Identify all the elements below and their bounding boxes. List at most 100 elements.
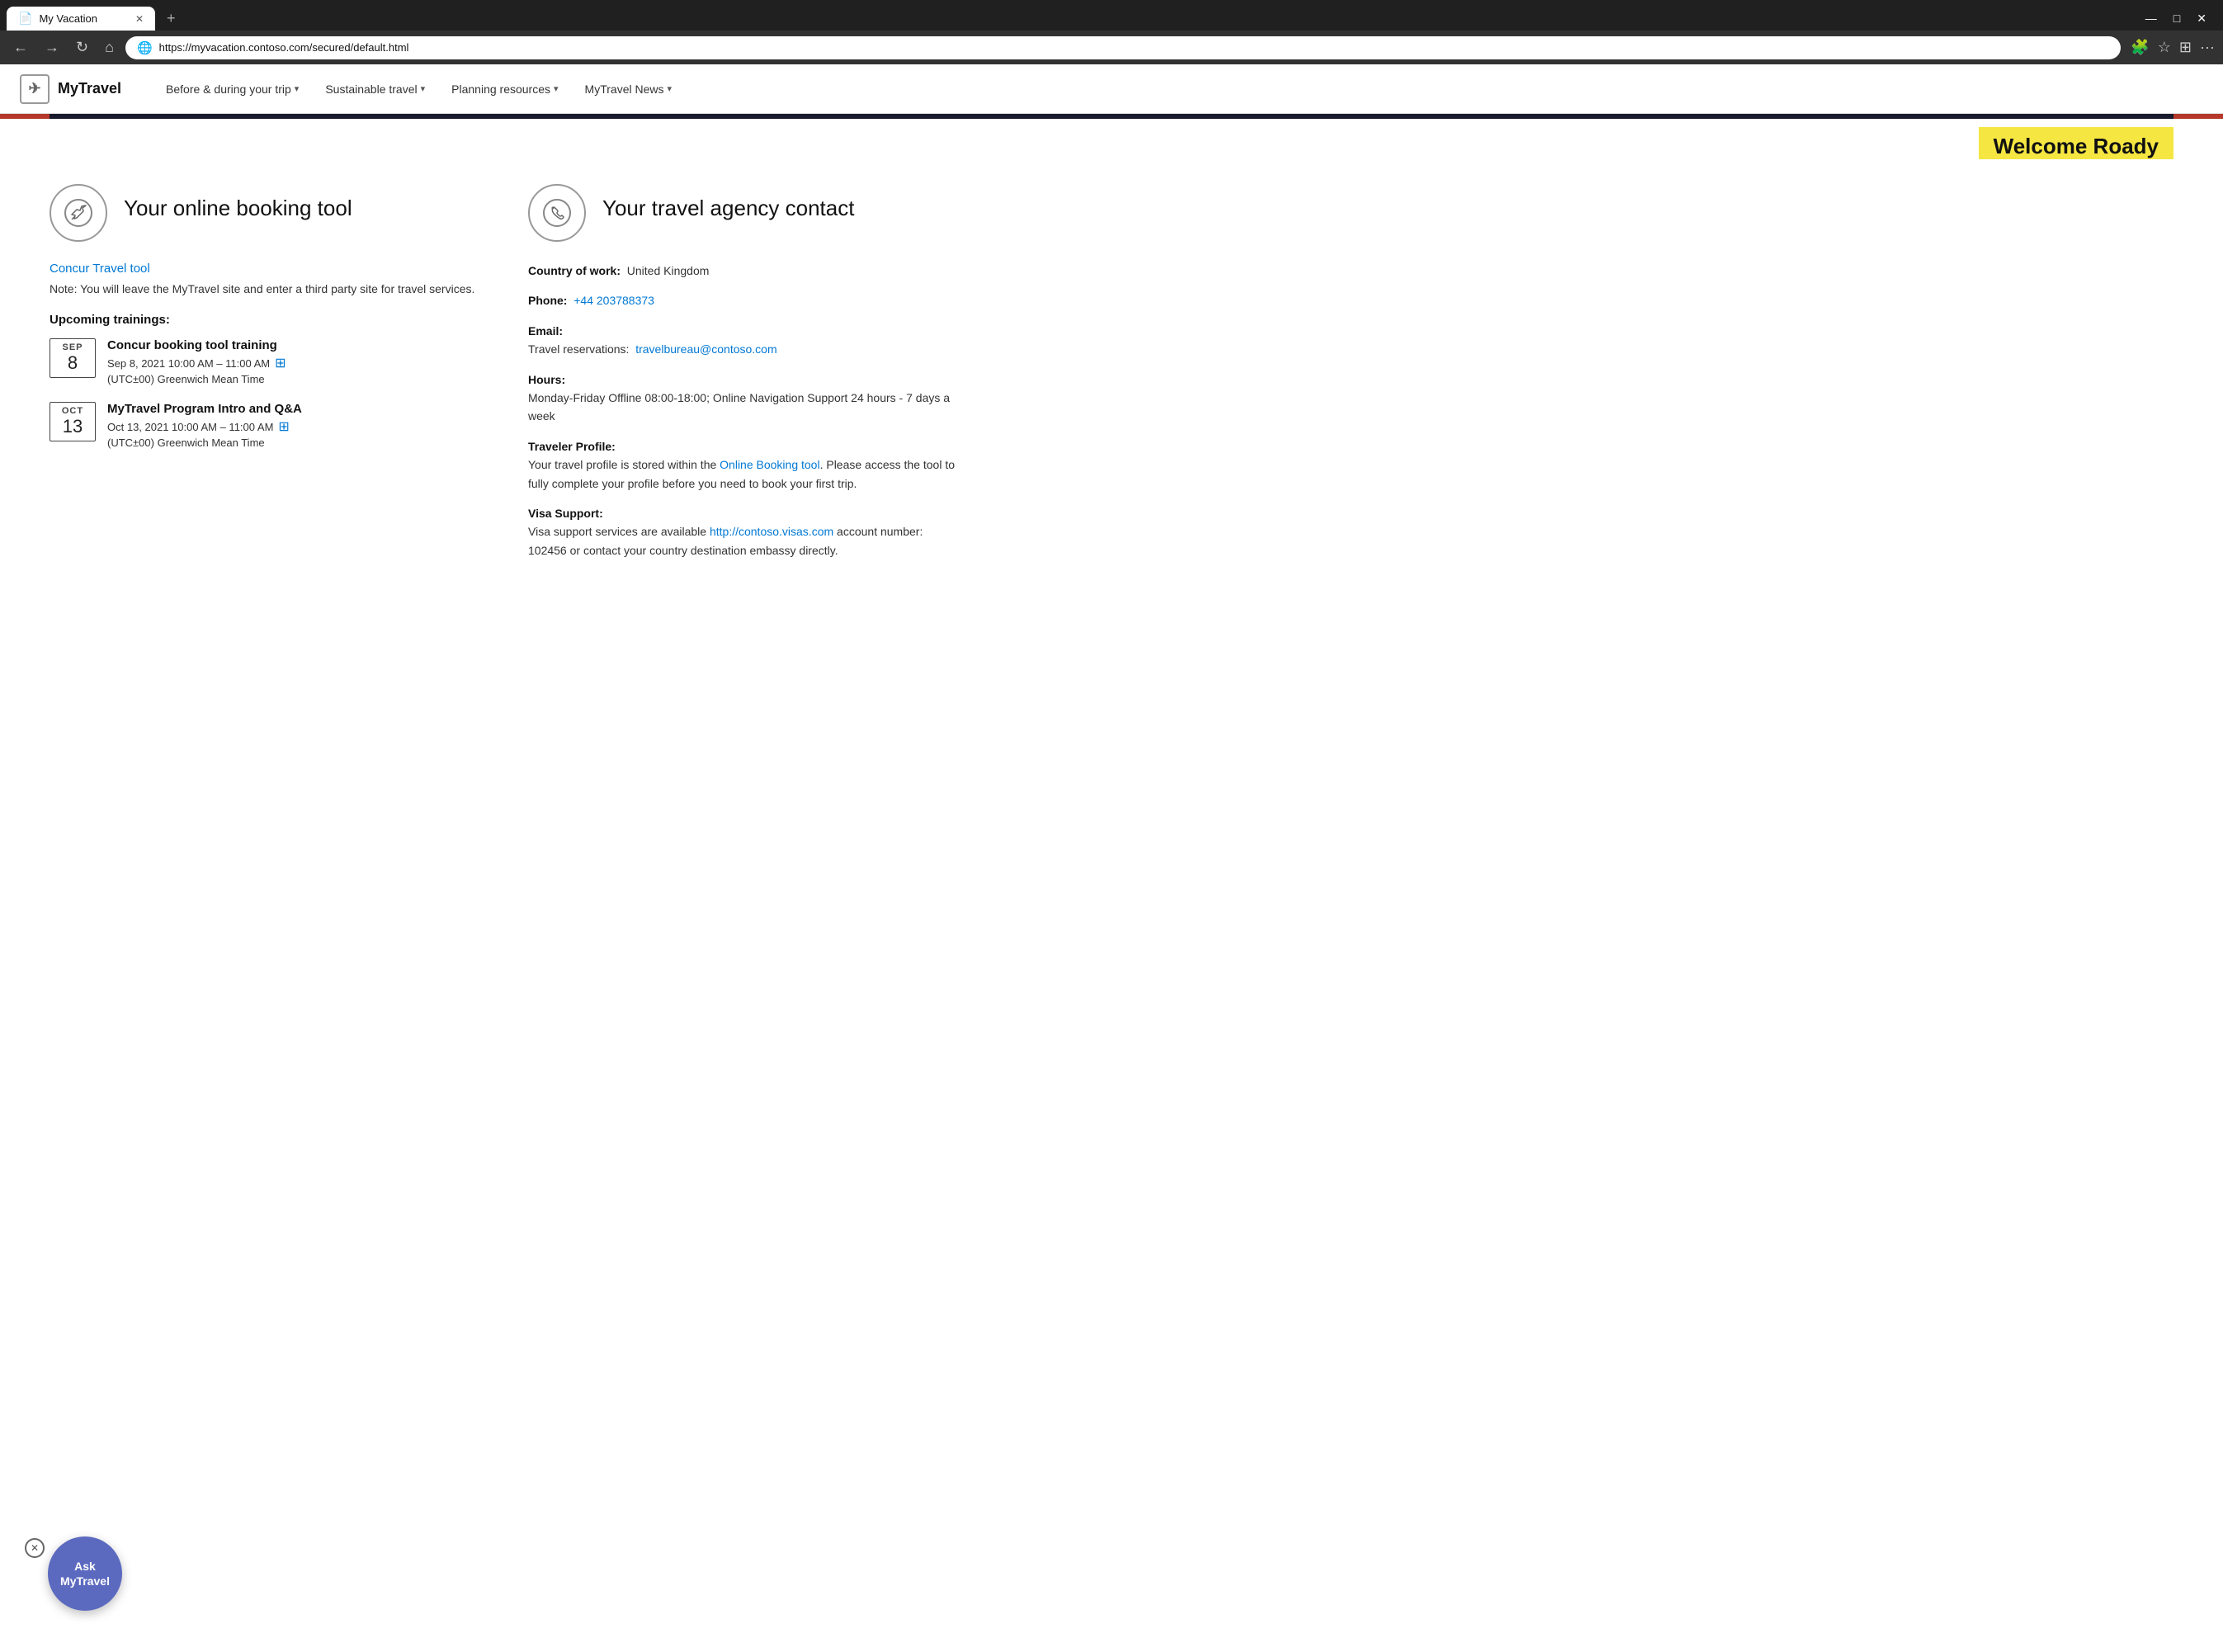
- tab-close-button[interactable]: ✕: [135, 13, 144, 25]
- chevron-down-icon: ▾: [421, 83, 426, 94]
- welcome-banner: Welcome Roady: [1979, 127, 2173, 159]
- nav-item-sustainable[interactable]: Sustainable travel ▾: [314, 76, 437, 102]
- date-day-oct: 13: [50, 416, 95, 437]
- forward-button[interactable]: →: [40, 35, 64, 59]
- browser-chrome: 📄 My Vacation ✕ + — □ ✕ ← → ↻ ⌂ 🌐 https:…: [0, 0, 2223, 64]
- chevron-down-icon: ▾: [295, 83, 300, 94]
- email-label: Email:: [528, 324, 563, 337]
- date-box-oct: OCT 13: [50, 402, 96, 441]
- training-title-1: Concur booking tool training: [107, 338, 286, 352]
- traveler-profile-field: Traveler Profile: Your travel profile is…: [528, 437, 957, 493]
- trainings-label: Upcoming trainings:: [50, 313, 479, 327]
- globe-icon: 🌐: [137, 40, 153, 55]
- visa-support-field: Visa Support: Visa support services are …: [528, 504, 957, 559]
- training-item-2: OCT 13 MyTravel Program Intro and Q&A Oc…: [50, 402, 479, 449]
- tab-favicon: 📄: [18, 12, 32, 26]
- booking-tool-header: Your online booking tool: [50, 184, 479, 242]
- browser-toolbar: ← → ↻ ⌂ 🌐 https://myvacation.contoso.com…: [0, 31, 2223, 64]
- color-bar: [0, 114, 2223, 119]
- more-button[interactable]: ···: [2200, 39, 2215, 56]
- header-area: Welcome Roady: [0, 119, 2223, 159]
- tab-title: My Vacation: [39, 12, 97, 25]
- url-display: https://myvacation.contoso.com/secured/d…: [159, 41, 2110, 54]
- airplane-icon: [50, 184, 107, 242]
- nav-label-sustainable: Sustainable travel: [325, 83, 417, 96]
- home-button[interactable]: ⌂: [100, 35, 119, 59]
- traveler-profile-text: Your travel profile is stored within the: [528, 458, 716, 471]
- training-title-2: MyTravel Program Intro and Q&A: [107, 402, 302, 416]
- phone-field: Phone: +44 203788373: [528, 291, 957, 309]
- date-month-oct: OCT: [50, 406, 95, 416]
- email-field: Email: Travel reservations: travelbureau…: [528, 322, 957, 359]
- close-button[interactable]: ✕: [2197, 12, 2206, 26]
- visa-link[interactable]: http://contoso.visas.com: [710, 525, 833, 538]
- training-datetime-1: Sep 8, 2021 10:00 AM – 11:00 AM ⊞: [107, 355, 286, 371]
- chat-close-button[interactable]: ✕: [25, 1538, 45, 1558]
- concur-travel-link[interactable]: Concur Travel tool: [50, 262, 479, 276]
- date-box-sep: SEP 8: [50, 338, 96, 378]
- chat-button-label: AskMyTravel: [60, 1559, 110, 1588]
- nav-label-before-during: Before & during your trip: [166, 83, 291, 96]
- email-link[interactable]: travelbureau@contoso.com: [635, 342, 776, 356]
- new-tab-button[interactable]: +: [158, 7, 184, 31]
- phone-label: Phone:: [528, 294, 567, 307]
- country-field: Country of work: United Kingdom: [528, 262, 957, 280]
- country-label: Country of work:: [528, 264, 621, 277]
- date-day-sep: 8: [50, 352, 95, 374]
- maximize-button[interactable]: □: [2173, 12, 2180, 26]
- address-bar[interactable]: 🌐 https://myvacation.contoso.com/secured…: [125, 36, 2121, 59]
- browser-action-buttons: 🧩 ☆ ⊞ ···: [2127, 39, 2215, 56]
- extensions-button[interactable]: 🧩: [2131, 39, 2149, 56]
- traveler-profile-label: Traveler Profile:: [528, 440, 616, 453]
- hours-label: Hours:: [528, 373, 565, 386]
- chat-wrapper: ✕ AskMyTravel: [25, 1536, 122, 1611]
- nav-label-planning: Planning resources: [451, 83, 550, 96]
- booking-tool-panel: Your online booking tool Concur Travel t…: [50, 184, 479, 571]
- add-to-calendar-1[interactable]: ⊞: [275, 355, 286, 371]
- tab-bar: 📄 My Vacation ✕ + — □ ✕: [0, 0, 2223, 31]
- travel-agency-panel: Your travel agency contact Country of wo…: [528, 184, 957, 571]
- date-month-sep: SEP: [50, 342, 95, 352]
- visa-support-text: Visa support services are available: [528, 525, 706, 538]
- chevron-down-icon: ▾: [554, 83, 559, 94]
- training-timezone-1: (UTC±00) Greenwich Mean Time: [107, 373, 286, 385]
- ask-mytravel-button[interactable]: AskMyTravel: [48, 1536, 122, 1611]
- booking-tool-title: Your online booking tool: [124, 184, 352, 221]
- minimize-button[interactable]: —: [2145, 12, 2157, 26]
- email-subtext: Travel reservations:: [528, 342, 629, 356]
- favorites-button[interactable]: ☆: [2158, 39, 2171, 56]
- nav-label-news: MyTravel News: [585, 83, 664, 96]
- training-timezone-2: (UTC±00) Greenwich Mean Time: [107, 437, 302, 449]
- collections-button[interactable]: ⊞: [2179, 39, 2192, 56]
- training-datetime-2: Oct 13, 2021 10:00 AM – 11:00 AM ⊞: [107, 418, 302, 435]
- training-info-2: MyTravel Program Intro and Q&A Oct 13, 2…: [107, 402, 302, 449]
- travel-agency-title: Your travel agency contact: [602, 184, 854, 221]
- page-wrapper: ✈ MyTravel Before & during your trip ▾ S…: [0, 64, 2223, 725]
- logo-icon: ✈: [20, 74, 50, 104]
- hours-field: Hours: Monday-Friday Offline 08:00-18:00…: [528, 371, 957, 426]
- logo-text: MyTravel: [58, 80, 121, 97]
- site-logo[interactable]: ✈ MyTravel: [20, 74, 121, 104]
- country-value: United Kingdom: [627, 264, 710, 277]
- chevron-down-icon: ▾: [667, 83, 672, 94]
- site-header: ✈ MyTravel Before & during your trip ▾ S…: [0, 64, 2223, 114]
- reload-button[interactable]: ↻: [71, 35, 93, 59]
- training-item-1: SEP 8 Concur booking tool training Sep 8…: [50, 338, 479, 385]
- nav-menu: Before & during your trip ▾ Sustainable …: [154, 76, 683, 102]
- travel-agency-header: Your travel agency contact: [528, 184, 957, 242]
- nav-item-before-during[interactable]: Before & during your trip ▾: [154, 76, 310, 102]
- back-button[interactable]: ←: [8, 35, 33, 59]
- booking-tool-note: Note: You will leave the MyTravel site a…: [50, 281, 479, 298]
- nav-item-planning[interactable]: Planning resources ▾: [440, 76, 569, 102]
- window-controls: — □ ✕: [2145, 12, 2216, 26]
- nav-item-news[interactable]: MyTravel News ▾: [573, 76, 683, 102]
- add-to-calendar-2[interactable]: ⊞: [278, 418, 289, 435]
- active-tab[interactable]: 📄 My Vacation ✕: [7, 7, 155, 31]
- visa-support-label: Visa Support:: [528, 507, 603, 520]
- training-info-1: Concur booking tool training Sep 8, 2021…: [107, 338, 286, 385]
- online-booking-tool-link[interactable]: Online Booking tool: [720, 458, 819, 471]
- phone-icon: [528, 184, 586, 242]
- hours-value: Monday-Friday Offline 08:00-18:00; Onlin…: [528, 391, 950, 422]
- phone-link[interactable]: +44 203788373: [573, 294, 654, 307]
- main-content: Your online booking tool Concur Travel t…: [0, 159, 2223, 621]
